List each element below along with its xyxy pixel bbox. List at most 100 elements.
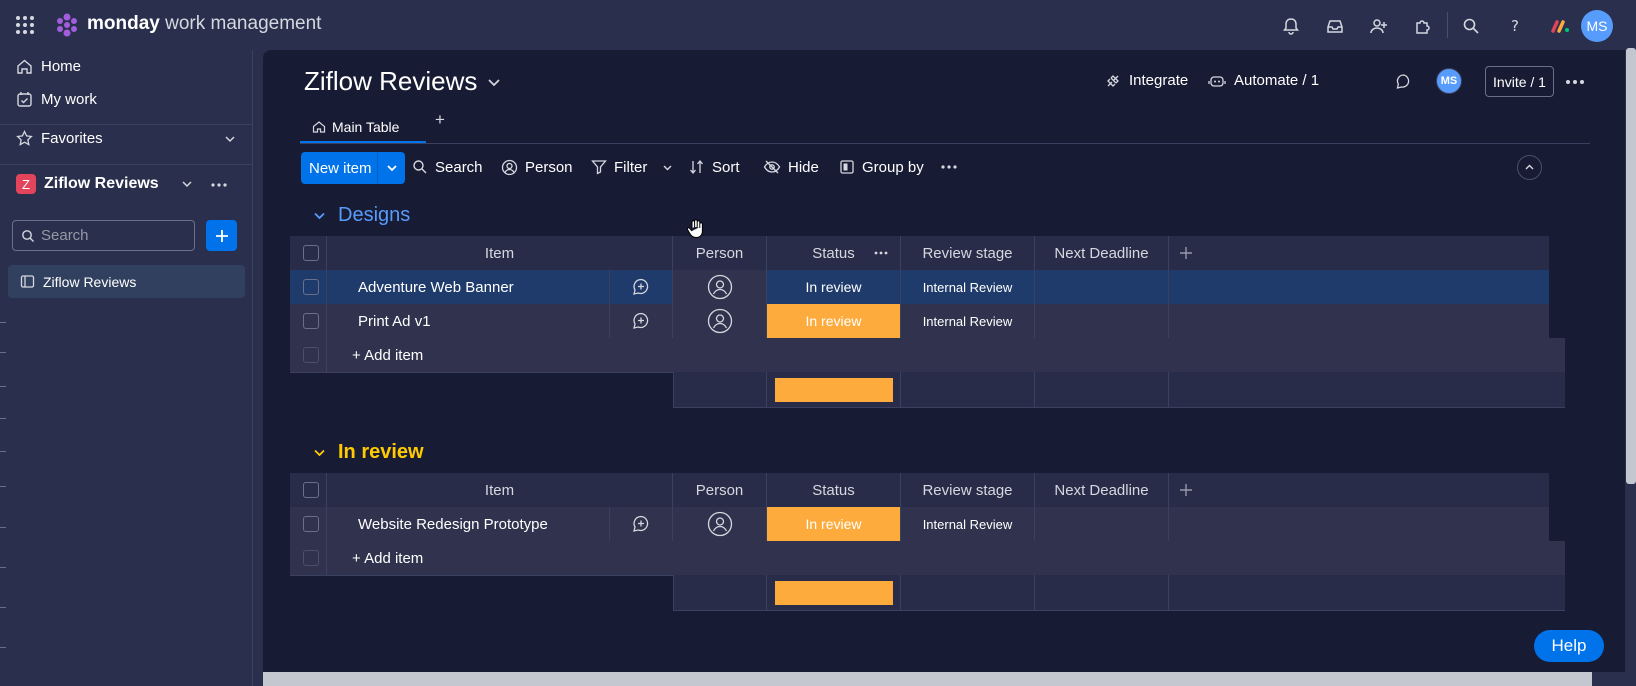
monday-logo-icon[interactable] [54,12,80,38]
status-cell[interactable]: In review [767,507,901,542]
tab-main-table[interactable]: Main Table [300,113,426,143]
workspace-name: Ziflow Reviews [44,175,159,192]
select-all-checkbox[interactable] [290,236,327,271]
group-title: In review [338,441,424,463]
deadline-cell[interactable] [1035,304,1169,339]
person-placeholder-icon [707,511,732,537]
workspace-selector[interactable]: Z Ziflow Reviews [16,174,193,194]
row-checkbox[interactable] [290,270,327,305]
column-header-item[interactable]: Item [327,473,673,508]
group-header-in-review[interactable]: In review [313,441,424,464]
column-header-review-stage[interactable]: Review stage [901,473,1035,508]
board-comments-icon[interactable] [1395,73,1412,90]
status-summary[interactable] [767,575,901,611]
person-filter-button[interactable]: Person [501,150,573,184]
sidebar-item-home[interactable]: Home [16,58,81,75]
product-switcher-icon[interactable] [1550,15,1572,37]
add-update-icon[interactable] [610,507,673,542]
add-update-icon[interactable] [610,270,673,305]
sidebar-item-my-work[interactable]: My work [16,91,97,108]
row-checkbox[interactable] [290,507,327,542]
add-update-icon[interactable] [610,304,673,339]
help-button[interactable]: Help [1534,630,1604,662]
row-checkbox [290,338,327,373]
hide-label: Hide [788,158,819,176]
table-row[interactable]: Adventure Web Banner In review Internal … [290,270,1565,305]
column-header-item[interactable]: Item [327,236,673,271]
column-header-next-deadline[interactable]: Next Deadline [1035,236,1169,271]
item-name[interactable]: Adventure Web Banner [327,270,610,305]
group-by-button[interactable]: Group by [839,150,924,184]
invite-members-icon[interactable] [1368,15,1390,37]
column-header-person[interactable]: Person [673,236,767,271]
new-item-dropdown[interactable] [377,152,405,184]
deadline-cell[interactable] [1035,270,1169,305]
automate-button[interactable]: Automate / 1 [1208,72,1319,89]
board-title-text: Ziflow Reviews [304,66,478,96]
board-title[interactable]: Ziflow Reviews [304,66,501,97]
user-avatar[interactable]: MS [1581,10,1613,42]
search-button[interactable]: Search [412,150,483,184]
select-all-checkbox[interactable] [290,473,327,508]
column-menu-icon[interactable] [874,249,888,257]
invite-button[interactable]: Invite / 1 [1485,66,1554,97]
table-row[interactable]: Website Redesign Prototype In review Int… [290,507,1565,542]
help-icon[interactable]: ? [1504,15,1526,37]
board-menu-icon[interactable] [1565,72,1585,92]
hide-button[interactable]: Hide [763,150,819,184]
search-icon [22,229,34,242]
new-item-button[interactable]: New item [301,152,405,184]
topbar-separator [1447,12,1448,38]
eye-off-icon [763,160,781,174]
add-item-button[interactable]: + Add item [327,338,1565,373]
add-item-button[interactable]: + Add item [327,541,1565,576]
apps-icon[interactable] [1412,15,1434,37]
horizontal-scrollbar[interactable] [263,672,1592,686]
add-item-row[interactable]: + Add item [290,541,1565,576]
sidebar-item-board[interactable]: Ziflow Reviews [8,265,245,298]
inbox-icon[interactable] [1324,15,1346,37]
person-cell[interactable] [673,270,767,305]
column-header-person[interactable]: Person [673,473,767,508]
item-name[interactable]: Print Ad v1 [327,304,610,339]
notifications-icon[interactable] [1280,15,1302,37]
deadline-cell[interactable] [1035,507,1169,542]
add-board-button[interactable] [206,220,237,251]
add-column-button[interactable] [1169,473,1549,508]
status-cell[interactable]: In review [767,304,901,339]
search-icon[interactable] [1460,15,1482,37]
status-summary[interactable] [767,372,901,408]
add-column-button[interactable] [1169,236,1549,271]
group-header-designs[interactable]: Designs [313,204,410,227]
status-cell[interactable]: In review [767,270,901,305]
column-header-status[interactable]: Status [767,473,901,508]
table-row[interactable]: Print Ad v1 In review Internal Review [290,304,1565,339]
board-member-avatar[interactable]: MS [1436,68,1462,94]
person-cell[interactable] [673,304,767,339]
collapse-header-button[interactable] [1517,155,1542,180]
integrate-button[interactable]: Integrate [1105,72,1188,89]
apps-grid-icon[interactable] [15,15,35,35]
column-header-review-stage[interactable]: Review stage [901,236,1035,271]
row-checkbox[interactable] [290,304,327,339]
filter-label: Filter [614,158,648,176]
add-view-button[interactable]: + [435,110,445,130]
sort-button[interactable]: Sort [689,150,740,184]
more-options-icon[interactable] [210,176,228,194]
review-stage-cell[interactable]: Internal Review [901,270,1035,305]
item-name[interactable]: Website Redesign Prototype [327,507,610,542]
column-header-next-deadline[interactable]: Next Deadline [1035,473,1169,508]
chevron-down-icon [488,78,500,86]
filter-button[interactable]: Filter [591,150,673,184]
review-stage-cell[interactable]: Internal Review [901,304,1035,339]
add-item-row[interactable]: + Add item [290,338,1565,373]
sidebar-divider [0,124,253,125]
plus-icon [215,229,228,242]
sidebar-item-favorites[interactable]: Favorites [16,130,236,147]
person-cell[interactable] [673,507,767,542]
column-header-status[interactable]: Status [767,236,901,271]
vertical-scrollbar[interactable] [1626,48,1636,484]
sidebar-search-input[interactable]: Search [12,220,195,251]
review-stage-cell[interactable]: Internal Review [901,507,1035,542]
toolbar-more-icon[interactable] [940,158,958,176]
